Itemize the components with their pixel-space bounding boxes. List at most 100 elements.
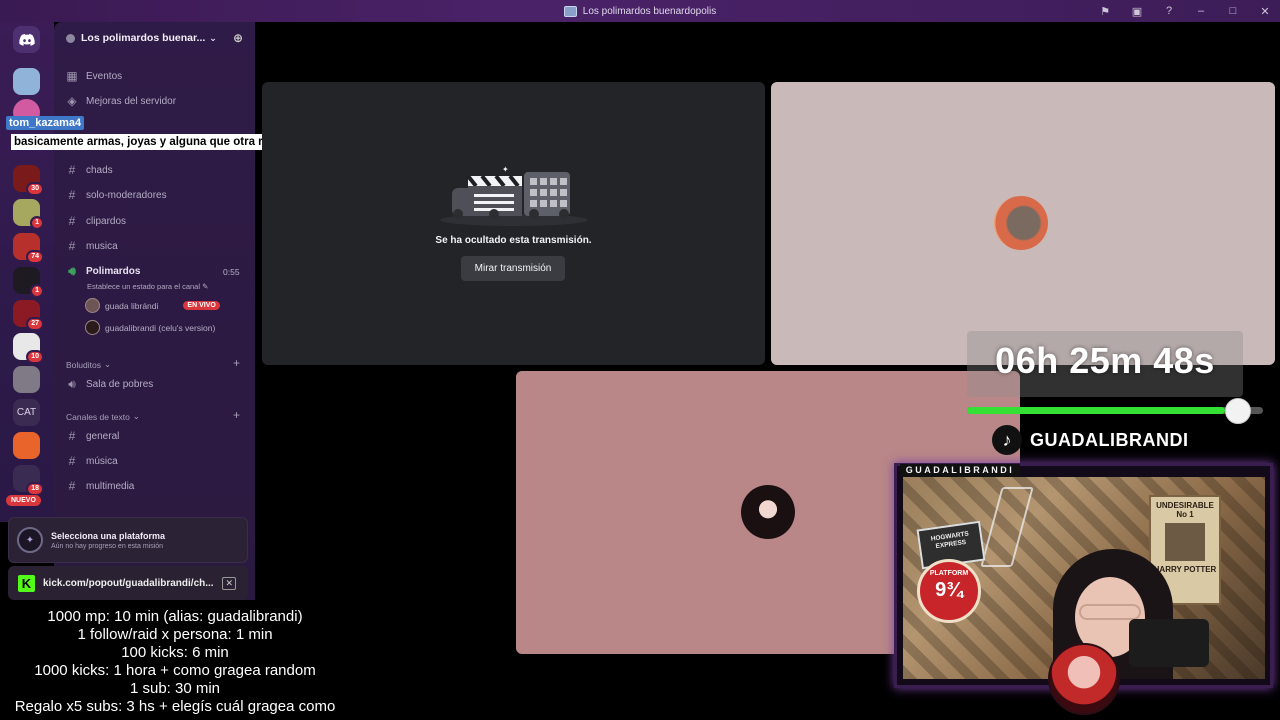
voice-user[interactable]: guada librándi EN VIVO	[85, 298, 220, 313]
server-name: Los polimardos buenar...	[81, 32, 206, 44]
new-badge[interactable]: NUEVO	[6, 495, 41, 506]
hidden-stream-text: Se ha ocultado esta transmisión.	[435, 235, 592, 246]
watch-stream-button[interactable]: Mirar transmisión	[461, 256, 565, 281]
video-tile-user[interactable]	[771, 82, 1275, 365]
stream-goals: 1000 mp: 10 min (alias: guadalibrandi) 1…	[0, 608, 350, 716]
add-channel-icon[interactable]: +	[233, 356, 240, 370]
hashtag-icon: #	[68, 239, 76, 253]
close-icon[interactable]: ✕	[222, 576, 236, 590]
chevron-down-icon: ⌄	[209, 32, 217, 43]
kick-popout-bar[interactable]: K kick.com/popout/guadalibrandi/ch... ✕	[8, 566, 248, 600]
server-icon[interactable]	[13, 432, 40, 459]
channel-label: música	[86, 455, 118, 467]
server-icon[interactable]: 1	[13, 267, 44, 298]
category-label: Boluditos	[66, 359, 101, 370]
minimize-icon[interactable]: –	[1194, 5, 1208, 17]
help-icon[interactable]: ?	[1162, 5, 1176, 17]
sidebar-item-server-boost[interactable]: ◈ Mejoras del servidor	[66, 94, 176, 108]
sidebar-item-events[interactable]: ▦ Eventos	[66, 69, 122, 83]
hashtag-icon: #	[68, 214, 76, 228]
mention-badge: 18	[26, 482, 44, 496]
platform-sign: PLATFORM 9¾	[917, 559, 981, 623]
subathon-timer: 06h 25m 48s	[995, 340, 1215, 381]
server-icon[interactable]: 1	[13, 199, 44, 230]
channel-solo-moderadores[interactable]: # solo-moderadores	[66, 188, 167, 202]
voice-user-name: guada librándi	[105, 300, 159, 311]
goal-line: 1 follow/raid x persona: 1 min	[77, 626, 273, 643]
platform-number: 9¾	[935, 579, 963, 601]
speaker-icon: 🔊︎	[68, 377, 76, 391]
pencil-icon: ✎	[202, 282, 209, 291]
channel-status-hint: Establece un estado para el canal	[87, 282, 200, 291]
title-bar-controls: ⚑ ▣ ? – □ ✕	[1098, 0, 1272, 22]
channel-multimedia[interactable]: # multimedia	[66, 479, 135, 493]
chevron-down-icon: ⌄	[103, 359, 112, 369]
goal-line: 1 sub: 30 min	[129, 680, 221, 697]
server-icon[interactable]: 10	[13, 333, 44, 364]
mention-badge: 27	[26, 317, 44, 331]
discord-home-icon[interactable]	[13, 26, 40, 53]
mention-badge: 10	[26, 350, 44, 364]
channel-chads[interactable]: # chads	[66, 163, 113, 177]
window-title: Los polimardos buenardopolis	[563, 5, 717, 17]
server-icon[interactable]	[13, 68, 40, 95]
svg-text:✦: ✦	[502, 165, 509, 174]
channel-musica[interactable]: # musica	[66, 239, 118, 253]
goal-line: 1000 mp: 10 min (alias: guadalibrandi)	[47, 608, 303, 625]
invite-people-icon[interactable]: ⊕	[233, 31, 243, 45]
quest-icon: ✦	[17, 527, 43, 553]
server-header[interactable]: Los polimardos buenar... ⌄ ⊕	[54, 22, 255, 54]
glasses	[1079, 604, 1141, 620]
discord-window: Los polimardos buenardopolis ⚑ ▣ ? – □ ✕…	[0, 0, 1280, 720]
close-icon[interactable]: ✕	[1258, 5, 1272, 18]
speaker-icon: 🔊︎	[68, 264, 76, 278]
quest-panel[interactable]: ✦ Selecciona una plataforma Aún no hay p…	[8, 517, 248, 563]
avatar	[994, 196, 1048, 250]
mention-badge: 74	[26, 250, 44, 264]
channel-label: general	[86, 430, 120, 442]
channel-label: clipardos	[86, 215, 127, 227]
quest-title: Selecciona una plataforma	[51, 530, 166, 541]
sign-text: HOGWARTS EXPRESS	[930, 530, 970, 551]
channel-clipardos[interactable]: # clipardos	[66, 214, 126, 228]
voice-user[interactable]: guadalibrandi (celu's version)	[85, 320, 215, 335]
add-channel-icon[interactable]: +	[233, 408, 240, 422]
goal-progress-bar	[967, 407, 1263, 414]
maximize-icon[interactable]: □	[1226, 5, 1240, 17]
webcam-label: GUADALIBRANDI	[900, 464, 1020, 477]
chat-overlay-username: tom_kazama4	[6, 116, 85, 130]
channel-musica-text[interactable]: # música	[66, 454, 118, 468]
progress-fill	[967, 407, 1225, 414]
server-icon[interactable]: 18	[13, 465, 44, 496]
voice-user-name: guadalibrandi (celu's version)	[105, 322, 216, 333]
server-icon[interactable]: 30	[13, 165, 44, 196]
voice-channel-polimardos[interactable]: 🔊︎ Polimardos	[66, 264, 140, 279]
server-rail: 30 1 74 1 27 10 CAT 18	[0, 22, 54, 522]
server-icon[interactable]: 74	[13, 233, 44, 264]
voice-channel-sala-de-pobres[interactable]: 🔊︎ Sala de pobres	[66, 377, 153, 392]
channel-general[interactable]: # general	[66, 429, 120, 443]
tiktok-handle-text: GUADALIBRANDI	[1030, 429, 1189, 450]
avatar	[85, 298, 100, 313]
category-text-channels[interactable]: Canales de texto ⌄	[66, 411, 140, 422]
server-icon[interactable]: 27	[13, 300, 44, 331]
poster-number: No 1	[1176, 510, 1194, 519]
poster-title: UNDESIRABLE	[1156, 501, 1214, 510]
poster-photo	[1165, 523, 1205, 561]
voice-channel-label: Sala de pobres	[86, 379, 154, 390]
window-title-text: Los polimardos buenardopolis	[582, 5, 717, 17]
live-badge: EN VIVO	[183, 301, 220, 310]
inbox-icon[interactable]: ▣	[1130, 5, 1144, 18]
set-channel-status[interactable]: Establece un estado para el canal ✎	[87, 282, 208, 291]
channel-label: musica	[86, 240, 118, 252]
inbox-flag-icon[interactable]: ⚑	[1098, 5, 1112, 18]
hashtag-icon: #	[68, 454, 76, 468]
server-cat[interactable]: CAT	[13, 399, 40, 426]
hashtag-icon: #	[68, 479, 76, 493]
server-icon[interactable]	[13, 366, 40, 393]
voice-channel-label: Polimardos	[86, 266, 141, 277]
category-boluditos[interactable]: Boluditos ⌄	[66, 359, 111, 370]
stream-tile-hidden[interactable]: ✦ Se ha ocultado esta transmisión. Mirar…	[262, 82, 765, 365]
boost-icon: ◈	[67, 94, 77, 108]
kick-url: kick.com/popout/guadalibrandi/ch...	[43, 577, 214, 589]
